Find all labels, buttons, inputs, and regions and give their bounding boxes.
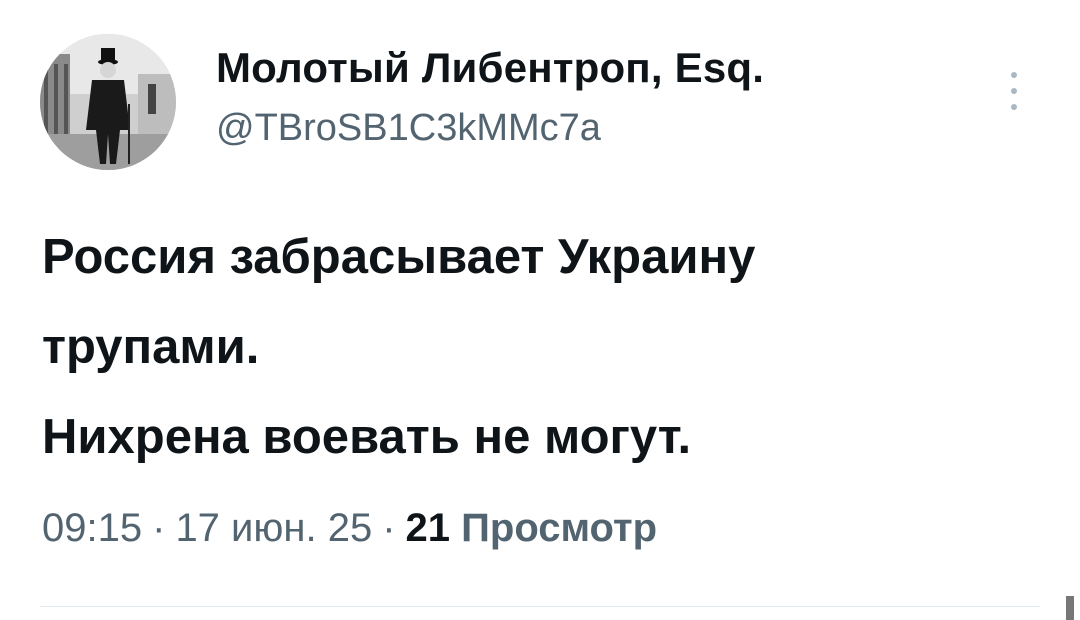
tweet-text: Россия забрасывает Украину трупами. Нихр… (42, 212, 1052, 482)
views-count: 21 (405, 506, 451, 550)
meta-separator: · (382, 506, 396, 550)
scrollbar-thumb[interactable] (1066, 596, 1074, 620)
author-name[interactable]: Молотый Либентроп, Esq. (216, 44, 764, 92)
author-avatar[interactable] (40, 34, 176, 170)
tweet-date[interactable]: 17 июн. 25 (175, 506, 372, 550)
tweet-line: трупами. (42, 320, 260, 374)
tweet-line: Нихрена воевать не могут. (42, 410, 692, 464)
tweet-line: Россия забрасывает Украину (42, 230, 756, 284)
divider (40, 606, 1040, 607)
author-handle[interactable]: @TBroSB1C3kMMc7a (216, 107, 601, 150)
avatar-photo (40, 34, 176, 170)
tweet-time[interactable]: 09:15 (42, 506, 142, 550)
tweet: Молотый Либентроп, Esq. @TBroSB1C3kMMc7a… (0, 0, 1080, 620)
views-label[interactable]: Просмотр (461, 506, 657, 550)
more-vertical-icon[interactable] (1002, 66, 1026, 116)
meta-separator: · (152, 506, 166, 550)
tweet-meta: 09:15 · 17 июн. 25 · 21 Просмотр (42, 506, 657, 551)
